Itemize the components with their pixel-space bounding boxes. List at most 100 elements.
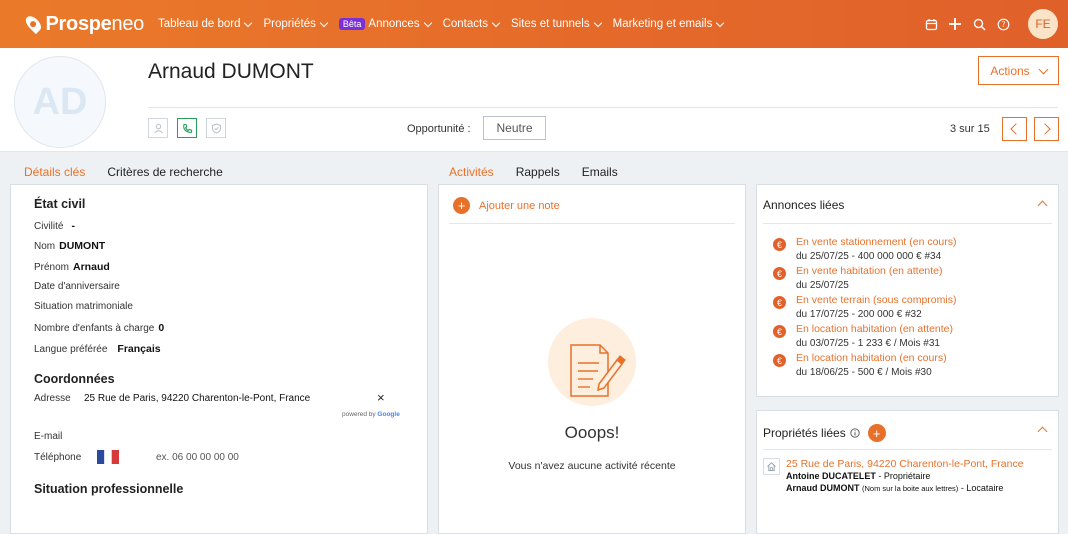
listing-item[interactable]: € En vente stationnement (en cours) du 25… bbox=[773, 236, 957, 264]
france-flag-icon bbox=[97, 449, 119, 464]
plus-icon[interactable] bbox=[944, 13, 966, 35]
shield-button[interactable] bbox=[206, 118, 226, 138]
nav-annonces[interactable]: Bêta Annonces bbox=[338, 18, 432, 30]
chevron-right-icon bbox=[1039, 123, 1051, 135]
plus-circle-icon: + bbox=[453, 197, 470, 214]
collapse-icon[interactable] bbox=[1037, 426, 1048, 437]
nav-label: Annonces bbox=[368, 18, 420, 30]
phone-row: Téléphone bbox=[34, 452, 81, 463]
home-icon bbox=[767, 462, 776, 471]
nav-label: Propriétés bbox=[263, 18, 316, 30]
add-note-label: Ajouter une note bbox=[479, 199, 560, 212]
collapse-icon[interactable] bbox=[1037, 200, 1048, 211]
nav-tableau-de-bord[interactable]: Tableau de bord bbox=[158, 18, 253, 30]
property-address[interactable]: 25 Rue de Paris, 94220 Charenton-le-Pont… bbox=[786, 458, 1024, 470]
chevron-down-icon bbox=[593, 18, 602, 27]
previous-button[interactable] bbox=[1002, 117, 1027, 141]
nav-sites-et-tunnels[interactable]: Sites et tunnels bbox=[510, 18, 602, 30]
pager-text: 3 sur 15 bbox=[950, 123, 990, 135]
civilite-value: - bbox=[71, 220, 75, 232]
prenom-row[interactable]: Prénom Arnaud bbox=[34, 261, 110, 273]
marital-row[interactable]: Situation matrimoniale bbox=[34, 301, 133, 312]
divider bbox=[763, 223, 1052, 224]
user-avatar[interactable]: FE bbox=[1028, 9, 1058, 39]
phone-input[interactable]: ex. 06 00 00 00 00 bbox=[156, 452, 239, 463]
divider bbox=[763, 449, 1052, 450]
nom-label: Nom bbox=[34, 241, 56, 252]
actions-label: Actions bbox=[990, 63, 1030, 78]
tenant-line: Arnaud DUMONT (Nom sur la boite aux lett… bbox=[786, 482, 1024, 495]
euro-icon: € bbox=[773, 296, 786, 309]
owner-line: Antoine DUCATELET - Propriétaire bbox=[786, 470, 1024, 482]
person-button[interactable] bbox=[148, 118, 168, 138]
chevron-down-icon bbox=[319, 18, 329, 27]
address-input[interactable]: 25 Rue de Paris, 94220 Charenton-le-Pont… bbox=[84, 393, 310, 404]
nav-contacts[interactable]: Contacts bbox=[443, 18, 501, 30]
powered-by-google: powered by Google bbox=[342, 411, 400, 418]
opportunity-select[interactable]: Neutre bbox=[483, 116, 546, 140]
proprietes-title: Propriétés liées bbox=[763, 426, 846, 440]
add-note-button[interactable]: + Ajouter une note bbox=[453, 197, 560, 214]
owner-name: Antoine DUCATELET bbox=[786, 471, 876, 481]
listing-subtitle: du 03/07/25 - 1 233 € / Mois #31 bbox=[796, 338, 940, 349]
search-icon[interactable] bbox=[968, 13, 990, 35]
top-navbar: Prospeneo Tableau de bord Propriétés Bêt… bbox=[0, 0, 1068, 48]
nav-label: Sites et tunnels bbox=[510, 18, 590, 30]
listing-item[interactable]: € En location habitation (en attente) du … bbox=[773, 323, 953, 351]
listing-title[interactable]: En vente terrain (sous compromis) bbox=[796, 294, 956, 307]
annonces-liees-panel: Annonces liées € En vente stationnement … bbox=[756, 184, 1059, 397]
nom-value: DUMONT bbox=[59, 240, 106, 252]
person-icon bbox=[153, 123, 163, 133]
civilite-label: Civilité bbox=[34, 221, 64, 232]
situation-pro-title: Situation professionnelle bbox=[34, 482, 184, 496]
google-logo-text: Google bbox=[377, 411, 400, 418]
prenom-value: Arnaud bbox=[73, 261, 110, 273]
listing-subtitle: du 25/07/25 - 400 000 000 € #34 bbox=[796, 251, 942, 262]
add-property-button[interactable]: + bbox=[867, 424, 886, 442]
country-flag-select[interactable] bbox=[97, 448, 119, 466]
listing-subtitle: du 25/07/25 bbox=[796, 280, 849, 291]
clear-address-icon[interactable]: × bbox=[377, 390, 385, 405]
annonces-title: Annonces liées bbox=[763, 198, 845, 212]
listing-title[interactable]: En location habitation (en attente) bbox=[796, 323, 953, 336]
listing-title[interactable]: En vente habitation (en attente) bbox=[796, 265, 943, 278]
empty-illustration bbox=[548, 318, 636, 406]
children-row[interactable]: Nombre d'enfants à charge 0 bbox=[34, 322, 164, 334]
next-button[interactable] bbox=[1034, 117, 1059, 141]
tenant-name: Arnaud DUMONT bbox=[786, 483, 860, 493]
listing-item[interactable]: € En vente habitation (en attente) du 25/… bbox=[773, 265, 943, 293]
proprietes-liees-panel: Propriétés liées + 25 Rue de Paris, 9422… bbox=[756, 410, 1059, 534]
property-thumbnail[interactable] bbox=[763, 458, 780, 475]
proprietes-title-row: Propriétés liées + bbox=[763, 424, 886, 442]
nav-proprietes[interactable]: Propriétés bbox=[263, 18, 329, 30]
nav-marketing-et-emails[interactable]: Marketing et emails bbox=[613, 18, 725, 30]
calendar-icon[interactable] bbox=[920, 13, 942, 35]
chevron-down-icon bbox=[716, 18, 725, 27]
email-row: E-mail bbox=[34, 431, 62, 442]
listing-subtitle: du 17/07/25 - 200 000 € #32 bbox=[796, 309, 922, 320]
listing-title[interactable]: En location habitation (en cours) bbox=[796, 352, 947, 365]
nom-row[interactable]: Nom DUMONT bbox=[34, 240, 105, 252]
listing-item[interactable]: € En location habitation (en cours) du 18… bbox=[773, 352, 947, 380]
listing-item[interactable]: € En vente terrain (sous compromis) du 17… bbox=[773, 294, 956, 322]
logo-pin-icon bbox=[23, 13, 44, 35]
birthday-row[interactable]: Date d'anniversaire bbox=[34, 281, 120, 292]
language-row[interactable]: Langue préférée Français bbox=[34, 343, 161, 355]
app-logo[interactable]: Prospeneo bbox=[23, 13, 144, 36]
phone-button[interactable] bbox=[177, 118, 197, 138]
svg-text:?: ? bbox=[1001, 20, 1005, 29]
shield-check-icon bbox=[211, 122, 221, 134]
listing-title[interactable]: En vente stationnement (en cours) bbox=[796, 236, 957, 249]
contact-name: Arnaud DUMONT bbox=[148, 60, 314, 83]
info-icon bbox=[850, 428, 860, 438]
actions-button[interactable]: Actions bbox=[978, 56, 1059, 85]
euro-icon: € bbox=[773, 267, 786, 280]
powered-by-text: powered by bbox=[342, 411, 376, 418]
notepad-pencil-icon bbox=[570, 344, 626, 397]
euro-icon: € bbox=[773, 354, 786, 367]
language-value: Français bbox=[117, 343, 161, 355]
civilite-row[interactable]: Civilité - bbox=[34, 220, 75, 232]
help-icon[interactable]: ? bbox=[992, 13, 1014, 35]
euro-icon: € bbox=[773, 325, 786, 338]
header-divider bbox=[148, 107, 1058, 108]
